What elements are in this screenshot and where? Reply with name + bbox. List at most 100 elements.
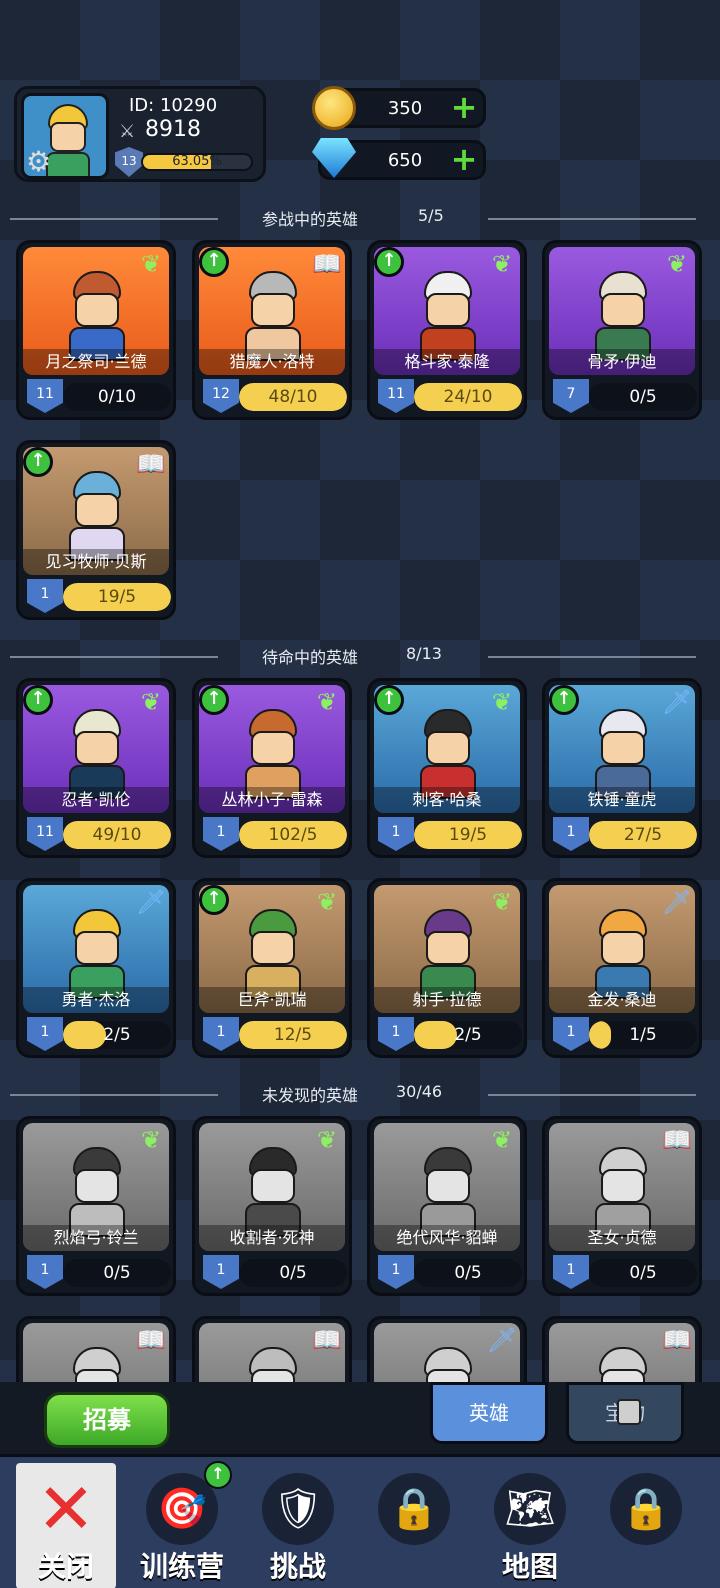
upgrade-arrow-icon: ↑ (23, 447, 53, 477)
hero-card[interactable]: 📖 (16, 1316, 176, 1382)
hero-name: 铁锤·童虎 (549, 787, 695, 813)
hero-face (426, 1169, 470, 1203)
progress-text: 0/10 (97, 387, 137, 407)
hero-card[interactable]: 丛林小子·雷森 ↑ ❦ 1 102/5 (192, 678, 352, 858)
hero-card[interactable]: 见习牧师·贝斯 ↑ 📖 1 19/5 (16, 440, 176, 620)
hero-name: 巨斧·凯瑞 (199, 987, 345, 1013)
hero-face (251, 293, 295, 327)
hero-card[interactable]: 烈焰弓·铃兰 ❦ 1 0/5 (16, 1116, 176, 1296)
hero-card[interactable]: 巨斧·凯瑞 ↑ ❦ 1 12/5 (192, 878, 352, 1058)
hero-level-badge: 1 (553, 1017, 589, 1051)
nav-locked-1[interactable]: 🔒 (358, 1463, 470, 1588)
hero-figure (239, 1347, 307, 1382)
hero-face (251, 1369, 295, 1382)
sword-icon: 🗡 (661, 888, 693, 916)
wing-icon: ❦ (140, 688, 162, 716)
progress-text: 2/5 (103, 1025, 131, 1045)
progress-text: 24/10 (443, 387, 493, 407)
hero-shard-progress: 0/5 (239, 1259, 347, 1287)
hero-card[interactable]: 月之祭司·兰德 ❦ 11 0/10 (16, 240, 176, 420)
progress-text: 0/5 (103, 1263, 131, 1283)
hero-card[interactable]: 刺客·哈桑 ↑ ❦ 1 19/5 (367, 678, 527, 858)
hero-shard-progress: 12/5 (239, 1021, 347, 1049)
wing-icon: ❦ (140, 250, 162, 278)
hero-shard-progress: 24/10 (414, 383, 522, 411)
hero-level-badge: 1 (553, 1255, 589, 1289)
hero-card[interactable]: 射手·拉德 ❦ 1 2/5 (367, 878, 527, 1058)
hero-card[interactable]: 勇者·杰洛 🗡 1 2/5 (16, 878, 176, 1058)
hero-level-badge: 7 (553, 379, 589, 413)
hero-shard-progress: 0/5 (63, 1259, 171, 1287)
hero-name: 烈焰弓·铃兰 (23, 1225, 169, 1251)
hero-card[interactable]: 铁锤·童虎 ↑ 🗡 1 27/5 (542, 678, 702, 858)
hero-card[interactable]: 🗡 (367, 1316, 527, 1382)
hero-face (601, 1369, 645, 1382)
hero-card[interactable]: 📖 (542, 1316, 702, 1382)
wing-icon: ❦ (491, 688, 513, 716)
hero-name: 收割者·死神 (199, 1225, 345, 1251)
upgrade-arrow-icon: ↑ (199, 685, 229, 715)
book-icon: 📖 (662, 1126, 692, 1154)
hero-level-badge: 1 (27, 1255, 63, 1289)
hero-card[interactable]: 📖 (192, 1316, 352, 1382)
hero-level-badge: 1 (203, 817, 239, 851)
hero-card[interactable]: 猎魔人·洛特 ↑ 📖 12 48/10 (192, 240, 352, 420)
hero-shard-progress: 102/5 (239, 821, 347, 849)
hero-face (601, 931, 645, 965)
hero-face (426, 731, 470, 765)
hero-shard-progress: 19/5 (63, 583, 171, 611)
hero-level-badge: 1 (27, 579, 63, 613)
hero-card[interactable]: 骨矛·伊迪 ❦ 7 0/5 (542, 240, 702, 420)
hero-figure (589, 1347, 657, 1382)
upgrade-arrow-icon: ↑ (199, 885, 229, 915)
progress-text: 1/5 (629, 1025, 657, 1045)
hero-level-badge: 12 (203, 379, 239, 413)
wing-icon: ❦ (316, 688, 338, 716)
recruit-button[interactable]: 招募 (44, 1392, 170, 1448)
hero-shard-progress: 19/5 (414, 821, 522, 849)
nav-label: 训练营 (139, 1550, 224, 1583)
wing-icon: ❦ (491, 250, 513, 278)
hero-face (426, 1369, 470, 1382)
upgrade-arrow-icon: ↑ (23, 685, 53, 715)
hero-face (251, 931, 295, 965)
hero-figure (63, 1347, 131, 1382)
nav-training-camp[interactable]: 🎯 ↑ 训练营 (126, 1461, 238, 1588)
hero-face (75, 931, 119, 965)
wing-icon: ❦ (491, 888, 513, 916)
hero-name: 勇者·杰洛 (23, 987, 169, 1013)
hero-card[interactable]: 绝代风华·貂蝉 ❦ 1 0/5 (367, 1116, 527, 1296)
hero-figure (239, 709, 307, 799)
nav-locked-2[interactable]: 🔒 (590, 1463, 702, 1588)
hero-figure (414, 271, 482, 361)
hero-shard-progress: 1/5 (589, 1021, 697, 1049)
hero-figure (414, 1347, 482, 1382)
hero-card[interactable]: 格斗家·泰隆 ↑ ❦ 11 24/10 (367, 240, 527, 420)
nav-map[interactable]: 🗺 地图 (474, 1463, 586, 1588)
tab-heroes[interactable]: 英雄 (430, 1382, 548, 1444)
nav-close[interactable]: ✕ 关闭 (16, 1463, 116, 1588)
tab-locked[interactable]: 宝物 (566, 1382, 684, 1444)
hero-card[interactable]: 忍者·凯伦 ↑ ❦ 11 49/10 (16, 678, 176, 858)
hero-level-badge: 11 (27, 379, 63, 413)
book-icon: 📖 (136, 450, 166, 478)
hero-figure (414, 709, 482, 799)
hero-shard-progress: 2/5 (63, 1021, 171, 1049)
hero-card[interactable]: 圣女·贞德 📖 1 0/5 (542, 1116, 702, 1296)
hero-card[interactable]: 收割者·死神 ❦ 1 0/5 (192, 1116, 352, 1296)
hero-face (426, 931, 470, 965)
nav-challenge[interactable]: 🛡 挑战 (242, 1463, 354, 1588)
hero-shard-progress: 49/10 (63, 821, 171, 849)
hero-shard-progress: 0/5 (589, 1259, 697, 1287)
progress-text: 19/5 (97, 587, 137, 607)
upgrade-arrow-icon: ↑ (374, 247, 404, 277)
hero-shard-progress: 48/10 (239, 383, 347, 411)
hero-figure (589, 271, 657, 361)
hero-name: 忍者·凯伦 (23, 787, 169, 813)
hero-figure (589, 1147, 657, 1237)
wing-icon: ❦ (316, 1126, 338, 1154)
nav-label: 挑战 (269, 1550, 326, 1583)
hero-name: 丛林小子·雷森 (199, 787, 345, 813)
hero-name: 见习牧师·贝斯 (23, 549, 169, 575)
hero-card[interactable]: 金发·桑迪 🗡 1 1/5 (542, 878, 702, 1058)
